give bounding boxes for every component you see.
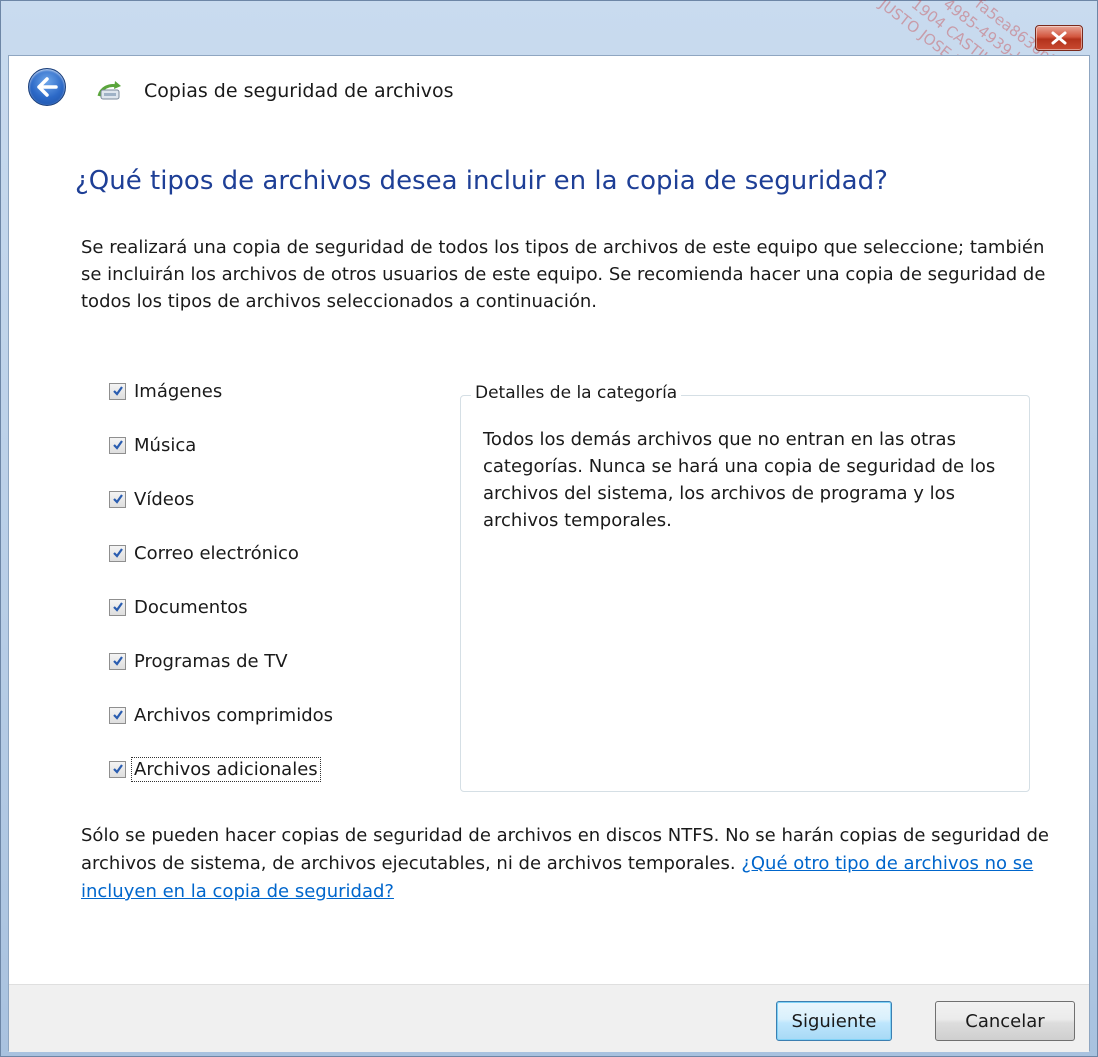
checkmark-icon [112,386,123,396]
checkmark-icon [112,710,123,720]
checkbox-archivos-adicionales[interactable]: Archivos adicionales [109,756,321,782]
checkbox-box[interactable] [109,598,126,616]
back-arrow-icon [37,77,58,97]
checkbox-box[interactable] [109,544,126,562]
checkbox-label: Vídeos [134,488,195,510]
ntfs-note: Sólo se pueden hacer copias de seguridad… [81,822,1061,906]
checkbox-box[interactable] [109,706,126,724]
checkbox-box[interactable] [109,436,126,454]
content-area: Copias de seguridad de archivos ¿Qué tip… [8,55,1090,1052]
checkbox-label: Archivos comprimidos [134,704,334,726]
checkbox-label: Documentos [134,596,248,618]
checkbox-musica[interactable]: Música [109,432,198,458]
checkbox-label: Programas de TV [134,650,288,672]
checkmark-icon [112,548,123,558]
checkbox-documentos[interactable]: Documentos [109,594,250,620]
checkbox-box[interactable] [109,652,126,670]
page-heading: ¿Qué tipos de archivos desea incluir en … [75,166,888,196]
checkmark-icon [112,440,123,450]
checkmark-icon [112,656,123,666]
checkbox-correo[interactable]: Correo electrónico [109,540,301,566]
checkbox-programas-tv[interactable]: Programas de TV [109,648,290,674]
checkmark-icon [112,494,123,504]
close-icon [1051,31,1067,45]
checkmark-icon [112,602,123,612]
dialog-window: JUSTO JOSE MIGUEL 1904 CASTILLO 4985-493… [0,0,1098,1057]
checkbox-archivos-comprimidos[interactable]: Archivos comprimidos [109,702,335,728]
cancel-button[interactable]: Cancelar [935,1001,1075,1041]
checkbox-box[interactable] [109,382,126,400]
checkbox-label: Correo electrónico [134,542,299,564]
checkbox-label: Archivos adicionales [131,756,321,782]
next-button[interactable]: Siguiente [776,1001,892,1041]
category-details-text: Todos los demás archivos que no entran e… [483,429,996,531]
category-details-legend: Detalles de la categoría [471,383,682,403]
backup-app-icon [97,81,121,100]
checkbox-label: Música [134,434,197,456]
window-title: Copias de seguridad de archivos [144,80,454,102]
checkbox-label: Imágenes [134,380,223,402]
back-button[interactable] [28,68,66,106]
checkmark-icon [112,764,123,774]
intro-text: Se realizará una copia de seguridad de t… [81,237,1046,312]
checkbox-videos[interactable]: Vídeos [109,486,196,512]
checkbox-box[interactable] [109,760,126,778]
checkbox-box[interactable] [109,490,126,508]
button-bar [9,984,1089,1052]
close-button[interactable] [1035,25,1083,51]
checkbox-imagenes[interactable]: Imágenes [109,378,224,404]
